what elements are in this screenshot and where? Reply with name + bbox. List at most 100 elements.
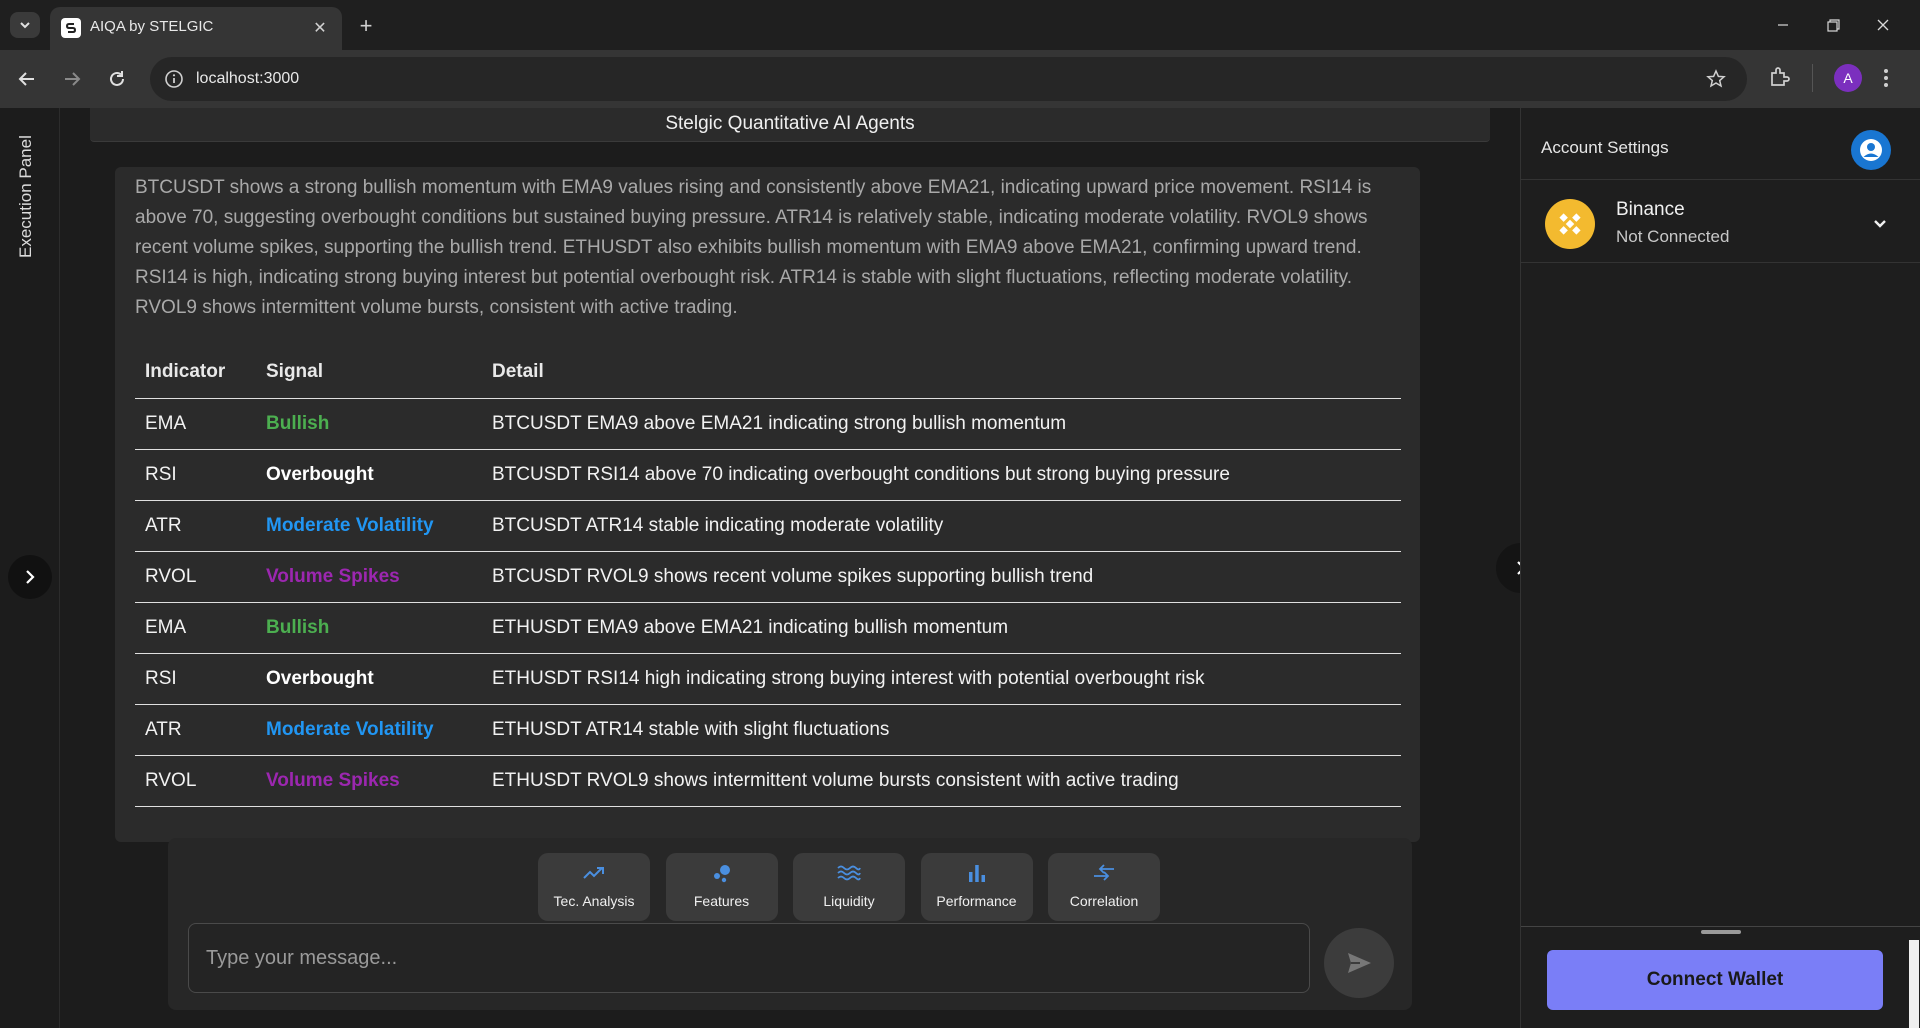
send-button[interactable] <box>1324 928 1394 998</box>
detail-cell: ETHUSDT ATR14 stable with slight fluctua… <box>482 704 1401 756</box>
quick-action-label: Correlation <box>1069 893 1139 909</box>
exchange-status: Not Connected <box>1616 227 1730 246</box>
indicator-cell: ATR <box>135 704 256 756</box>
tab-title: AIQA by STELGIC <box>90 18 214 35</box>
reload-button[interactable] <box>101 63 133 95</box>
account-circle-icon[interactable] <box>1851 130 1891 170</box>
indicator-cell: ATR <box>135 500 256 552</box>
detail-cell: ETHUSDT RSI14 high indicating strong buy… <box>482 653 1401 705</box>
send-icon <box>1348 953 1371 973</box>
app-root: Execution Panel Stelgic Quantitative AI … <box>0 108 1920 1028</box>
restore-button[interactable] <box>1810 10 1856 40</box>
composer: Tec. Analysis Features Liquidity Performanc… <box>168 838 1412 1010</box>
bubbles-icon <box>711 862 733 884</box>
tab-search-button[interactable] <box>10 12 40 38</box>
bar-chart-icon <box>967 862 987 884</box>
signal-cell: Volume Spikes <box>256 755 482 807</box>
signal-cell: Overbought <box>256 449 482 501</box>
address-bar[interactable]: localhost:3000 <box>150 57 1747 101</box>
back-button[interactable] <box>11 63 43 95</box>
table-row: RSI Overbought ETHUSDT RSI14 high indicati… <box>135 653 1401 705</box>
resize-handle[interactable] <box>1701 930 1741 934</box>
table-header-row: Indicator Signal Detail <box>135 347 1401 399</box>
table-row: RVOL Volume Spikes BTCUSDT RVOL9 shows rec… <box>135 551 1401 603</box>
reload-icon <box>110 71 124 86</box>
browser-toolbar: localhost:3000 A <box>0 50 1920 108</box>
quick-action-features[interactable]: Features <box>665 853 778 921</box>
binance-logo-icon <box>1545 199 1595 249</box>
account-settings-title: Account Settings <box>1541 138 1669 157</box>
forward-button[interactable] <box>56 63 88 95</box>
account-settings-header: Account Settings <box>1521 108 1920 180</box>
quick-action-liquidity[interactable]: Liquidity <box>793 853 905 921</box>
assistant-message: BTCUSDT shows a strong bullish momentum … <box>115 167 1420 842</box>
connect-wallet-button[interactable]: Connect Wallet <box>1547 950 1883 1010</box>
bookmark-star-icon[interactable] <box>1706 69 1726 94</box>
detail-cell: BTCUSDT RSI14 above 70 indicating overbo… <box>482 449 1401 501</box>
quick-action-tec-analysis[interactable]: Tec. Analysis <box>538 853 650 921</box>
restore-icon <box>1826 18 1840 32</box>
indicator-cell: RSI <box>135 653 256 705</box>
signal-cell: Moderate Volatility <box>256 500 482 552</box>
column-header-signal: Signal <box>256 347 482 399</box>
account-settings-panel: Account Settings Binance Not Connected C… <box>1520 108 1920 1028</box>
signal-cell: Volume Spikes <box>256 551 482 603</box>
url-text[interactable]: localhost:3000 <box>196 70 299 88</box>
scrollbar[interactable] <box>1909 940 1919 1028</box>
quick-action-label: Features <box>693 893 750 909</box>
table-row: RSI Overbought BTCUSDT RSI14 above 70 indi… <box>135 449 1401 501</box>
signal-cell: Bullish <box>256 398 482 450</box>
chevron-down-icon[interactable] <box>1867 211 1893 237</box>
extensions-puzzle-icon[interactable] <box>1768 65 1792 94</box>
execution-panel-rail: Execution Panel <box>0 108 60 1028</box>
page-header: Stelgic Quantitative AI Agents <box>90 108 1490 142</box>
detail-cell: ETHUSDT RVOL9 shows intermittent volume … <box>482 755 1401 807</box>
table-body: EMA Bullish BTCUSDT EMA9 above EMA21 indic… <box>135 398 1401 807</box>
stelgic-favicon-icon <box>61 18 81 38</box>
quick-action-label: Tec. Analysis <box>553 893 635 909</box>
waves-icon <box>837 862 861 884</box>
column-header-indicator: Indicator <box>135 347 256 399</box>
signal-cell: Overbought <box>256 653 482 705</box>
profile-avatar[interactable]: A <box>1834 64 1862 92</box>
detail-cell: BTCUSDT ATR14 stable indicating moderate… <box>482 500 1401 552</box>
site-info-icon[interactable] <box>164 69 184 94</box>
signal-cell: Bullish <box>256 602 482 654</box>
browser-tab-bar: AIQA by STELGIC ✕ + <box>0 0 1920 50</box>
table-row: EMA Bullish BTCUSDT EMA9 above EMA21 indic… <box>135 398 1401 450</box>
signal-cell: Moderate Volatility <box>256 704 482 756</box>
detail-cell: BTCUSDT EMA9 above EMA21 indicating stro… <box>482 398 1401 450</box>
toolbar-divider <box>1812 64 1813 92</box>
table-row: ATR Moderate Volatility ETHUSDT ATR14 stab… <box>135 704 1401 756</box>
compare-arrows-icon <box>1092 862 1116 884</box>
indicator-cell: EMA <box>135 398 256 450</box>
trending-up-icon <box>583 862 605 884</box>
expand-execution-panel-button[interactable] <box>8 555 52 599</box>
arrow-right-icon <box>65 72 81 86</box>
minimize-button[interactable] <box>1760 10 1806 40</box>
exchange-name: Binance <box>1616 199 1685 220</box>
detail-cell: BTCUSDT RVOL9 shows recent volume spikes… <box>482 551 1401 603</box>
detail-cell: ETHUSDT EMA9 above EMA21 indicating bull… <box>482 602 1401 654</box>
exchange-binance-row[interactable]: Binance Not Connected <box>1521 181 1920 263</box>
minimize-icon <box>1778 24 1788 26</box>
close-tab-icon[interactable]: ✕ <box>308 16 332 40</box>
browser-menu-icon[interactable] <box>1882 66 1890 95</box>
execution-panel-label[interactable]: Execution Panel <box>16 135 36 258</box>
new-tab-button[interactable]: + <box>352 12 380 40</box>
chevron-right-icon <box>26 570 35 584</box>
indicator-table: Indicator Signal Detail EMA Bullish BTCUSD… <box>135 347 1401 807</box>
column-header-detail: Detail <box>482 347 1401 399</box>
chevron-down-icon <box>20 22 30 29</box>
close-window-icon[interactable] <box>1860 10 1906 40</box>
indicator-cell: EMA <box>135 602 256 654</box>
indicator-cell: RVOL <box>135 551 256 603</box>
browser-tab[interactable]: AIQA by STELGIC ✕ <box>50 7 342 50</box>
indicator-cell: RVOL <box>135 755 256 807</box>
table-row: ATR Moderate Volatility BTCUSDT ATR14 stab… <box>135 500 1401 552</box>
quick-action-performance[interactable]: Performance <box>920 853 1033 921</box>
message-input[interactable] <box>188 923 1310 993</box>
table-row: EMA Bullish ETHUSDT EMA9 above EMA21 indic… <box>135 602 1401 654</box>
message-text: BTCUSDT shows a strong bullish momentum … <box>135 177 1372 318</box>
quick-action-correlation[interactable]: Correlation <box>1048 853 1160 921</box>
